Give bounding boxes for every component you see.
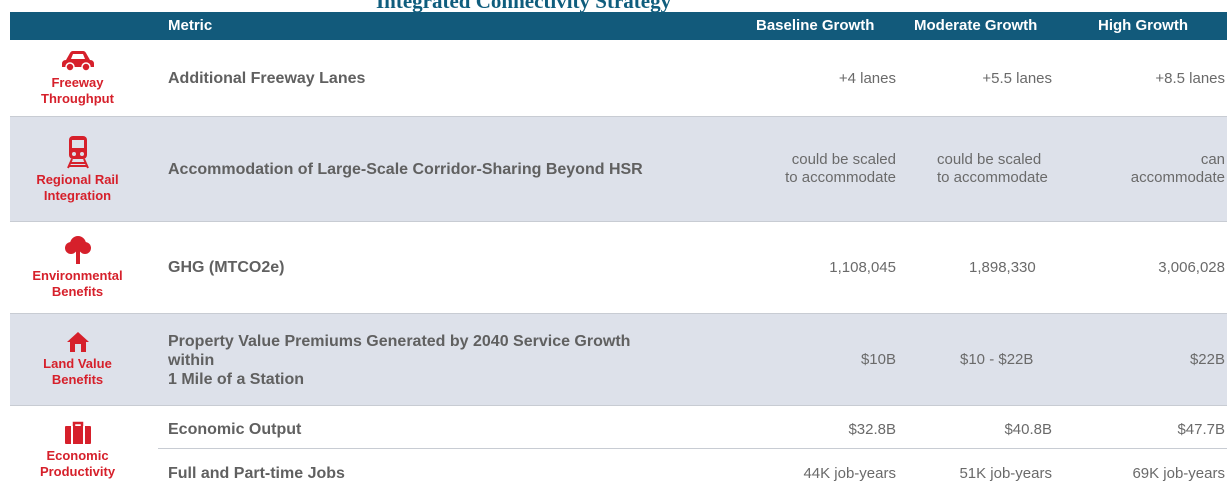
metric-label: Property Value Premiums Generated by 204… (168, 332, 630, 389)
house-icon (66, 332, 89, 352)
moderate-value: could be scaled to accommodate (937, 151, 1048, 187)
high-value: 3,006,028 (1158, 259, 1225, 276)
metric-label: Full and Part-time Jobs (168, 465, 345, 482)
row-divider (158, 448, 1227, 449)
moderate-value-line: could be scaled (937, 151, 1042, 168)
metric-label: Accommodation of Large-Scale Corridor-Sh… (168, 161, 643, 178)
category-label: Benefits (51, 372, 104, 387)
metric-label-line: 1 Mile of a Station (168, 371, 305, 388)
high-value: can accommodate (1131, 151, 1225, 187)
category-regional-rail: Regional Rail Integration (10, 117, 145, 221)
high-value: $47.7B (1177, 421, 1225, 438)
moderate-value: $40.8B (1004, 421, 1052, 438)
baseline-value-line: could be scaled (791, 151, 896, 168)
header-high: High Growth (1098, 17, 1188, 34)
baseline-value: 1,108,045 (829, 259, 896, 276)
category-label: Economic (46, 447, 109, 463)
category-land-value: Land Value Benefits (10, 314, 145, 405)
table-header: Metric Baseline Growth Moderate Growth H… (10, 12, 1227, 40)
baseline-value-line: to accommodate (785, 169, 896, 186)
metric-label-line: within (168, 352, 215, 369)
header-baseline: Baseline Growth (756, 17, 875, 34)
metric-label: Economic Output (168, 421, 302, 438)
baseline-value: could be scaled to accommodate (785, 151, 896, 187)
baseline-value: $32.8B (848, 421, 896, 438)
baseline-value: +4 lanes (838, 70, 896, 87)
category-label: Freeway (51, 74, 104, 90)
baseline-value: $10B (860, 351, 896, 368)
category-freeway: Freeway Throughput (10, 40, 145, 116)
moderate-value: 1,898,330 (969, 259, 1036, 276)
high-value: $22B (1189, 351, 1225, 368)
high-value-line: accommodate (1130, 169, 1225, 186)
category-label: Throughput (41, 90, 114, 106)
moderate-value-line: to accommodate (937, 169, 1048, 186)
category-label: Regional Rail (36, 171, 119, 187)
briefcase-icon (64, 421, 91, 444)
category-label: Productivity (39, 463, 116, 479)
category-label: Land Value (43, 356, 112, 371)
header-moderate: Moderate Growth (914, 17, 1038, 34)
page-title: Integrated Connectivity Strategy (0, 0, 1227, 12)
car-icon (61, 50, 94, 72)
high-value: 69K job-years (1132, 465, 1225, 482)
baseline-value: 44K job-years (803, 465, 896, 482)
moderate-value: $10 - $22B (960, 351, 1034, 368)
moderate-value: 51K job-years (959, 465, 1052, 482)
category-economic: Economic Productivity (10, 412, 145, 488)
header-metric: Metric (168, 17, 213, 34)
train-icon (66, 135, 89, 168)
metric-label: GHG (MTCO2e) (168, 259, 285, 276)
moderate-value: +5.5 lanes (982, 70, 1052, 87)
category-label: Benefits (51, 284, 104, 299)
metric-label-line: Property Value Premiums Generated by 204… (168, 333, 631, 350)
category-label: Integration (43, 187, 112, 203)
tree-icon (64, 236, 91, 264)
category-environmental: Environmental Benefits (10, 222, 145, 313)
high-value: +8.5 lanes (1155, 70, 1225, 87)
category-label: Environmental (32, 268, 123, 283)
high-value-line: can (1200, 151, 1225, 168)
metric-label: Additional Freeway Lanes (168, 70, 366, 87)
